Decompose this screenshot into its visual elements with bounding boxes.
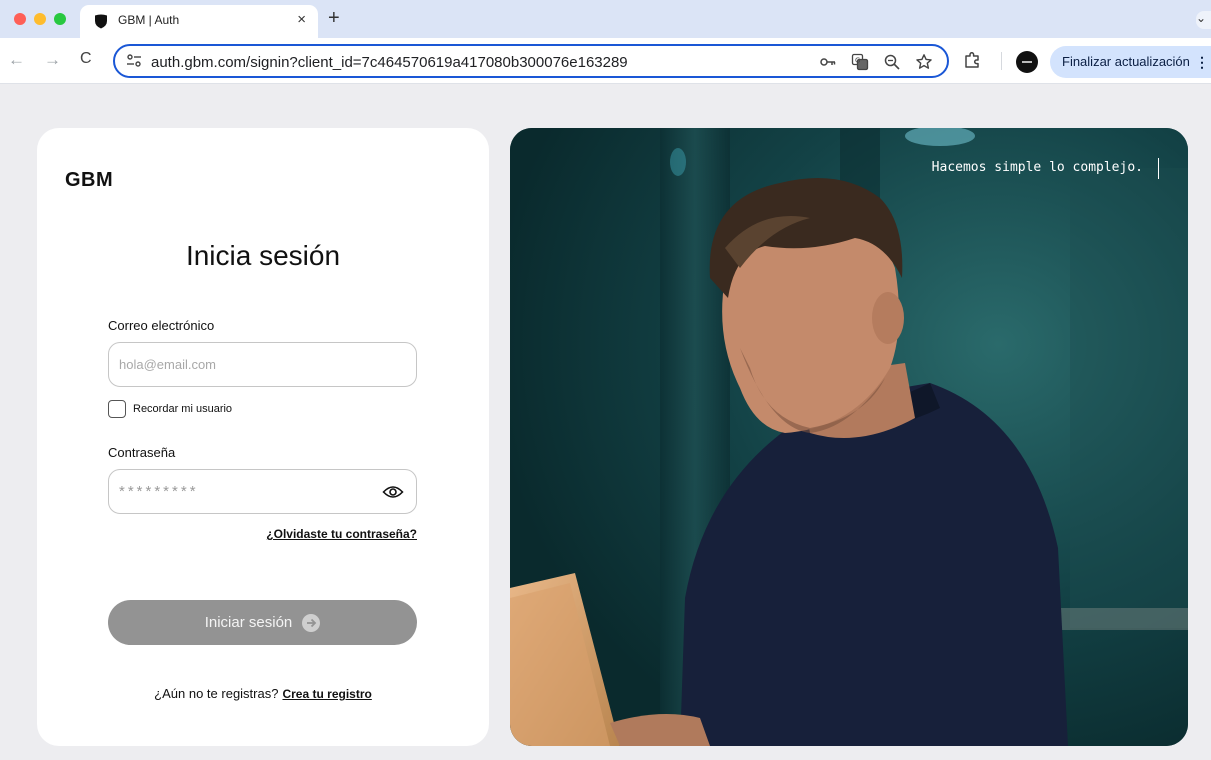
address-bar[interactable]: auth.gbm.com/signin?client_id=7c46457061… xyxy=(113,44,949,78)
hero-illustration xyxy=(510,128,1188,746)
password-input[interactable] xyxy=(108,469,417,514)
toolbar-divider xyxy=(1001,52,1002,70)
browser-tab-bar: GBM | Auth × + ⌄ xyxy=(0,0,1211,38)
zoom-icon[interactable] xyxy=(883,53,901,71)
extensions-puzzle-icon[interactable] xyxy=(963,50,983,70)
tab-title: GBM | Auth xyxy=(118,13,180,27)
show-password-eye-icon[interactable] xyxy=(382,483,404,501)
back-button[interactable]: ← xyxy=(8,50,25,70)
profile-avatar[interactable] xyxy=(1016,51,1038,73)
forgot-password-link[interactable]: ¿Olvidaste tu contraseña? xyxy=(266,527,417,541)
translate-icon[interactable]: G xyxy=(851,53,869,71)
forward-button[interactable]: → xyxy=(44,50,61,70)
browser-tab-active[interactable]: GBM | Auth × xyxy=(80,5,318,38)
browser-toolbar: ← → C auth.gbm.com/signin?client_id=7c46… xyxy=(0,38,1211,84)
email-label: Correo electrónico xyxy=(108,318,215,333)
remember-user-checkbox[interactable] xyxy=(108,400,126,418)
svg-text:G: G xyxy=(855,57,860,65)
register-prompt: ¿Aún no te registras? Crea tu registro xyxy=(37,686,489,701)
sign-in-button[interactable]: Iniciar sesión xyxy=(108,600,417,645)
password-key-icon[interactable] xyxy=(819,53,837,71)
typing-cursor xyxy=(1157,158,1159,179)
maximize-window-button[interactable] xyxy=(54,13,66,25)
login-card: GBM Inicia sesión Correo electrónico Rec… xyxy=(37,128,489,746)
update-button-label: Finalizar actualización xyxy=(1062,54,1190,69)
hero-photo: Hacemos simple lo complejo. xyxy=(510,128,1188,746)
site-settings-icon[interactable] xyxy=(125,52,143,70)
minimize-window-button[interactable] xyxy=(34,13,46,25)
gbm-logo: GBM xyxy=(65,169,114,191)
close-window-button[interactable] xyxy=(14,13,26,25)
hero-tagline: Hacemos simple lo complejo. xyxy=(931,160,1143,175)
arrow-right-icon xyxy=(302,613,321,632)
new-tab-button[interactable]: + xyxy=(328,7,340,30)
create-account-link[interactable]: Crea tu registro xyxy=(282,687,371,701)
page-title: Inicia sesión xyxy=(185,240,341,271)
shield-icon xyxy=(95,14,107,29)
password-label: Contraseña xyxy=(108,445,176,460)
email-input[interactable] xyxy=(108,342,417,387)
finish-update-button[interactable]: Finalizar actualización ⋮ xyxy=(1050,46,1211,78)
url-text[interactable]: auth.gbm.com/signin?client_id=7c46457061… xyxy=(151,54,628,71)
tab-search-button[interactable]: ⌄ xyxy=(1196,11,1211,29)
tab-close-button[interactable]: × xyxy=(297,11,306,28)
browser-menu-icon[interactable]: ⋮ xyxy=(1195,54,1209,71)
reload-button[interactable]: C xyxy=(80,50,92,68)
sign-in-button-label: Iniciar sesión xyxy=(204,614,293,631)
register-prompt-text: ¿Aún no te registras? xyxy=(154,686,279,701)
remember-user-label[interactable]: Recordar mi usuario xyxy=(133,403,232,415)
bookmark-star-icon[interactable] xyxy=(915,53,933,71)
